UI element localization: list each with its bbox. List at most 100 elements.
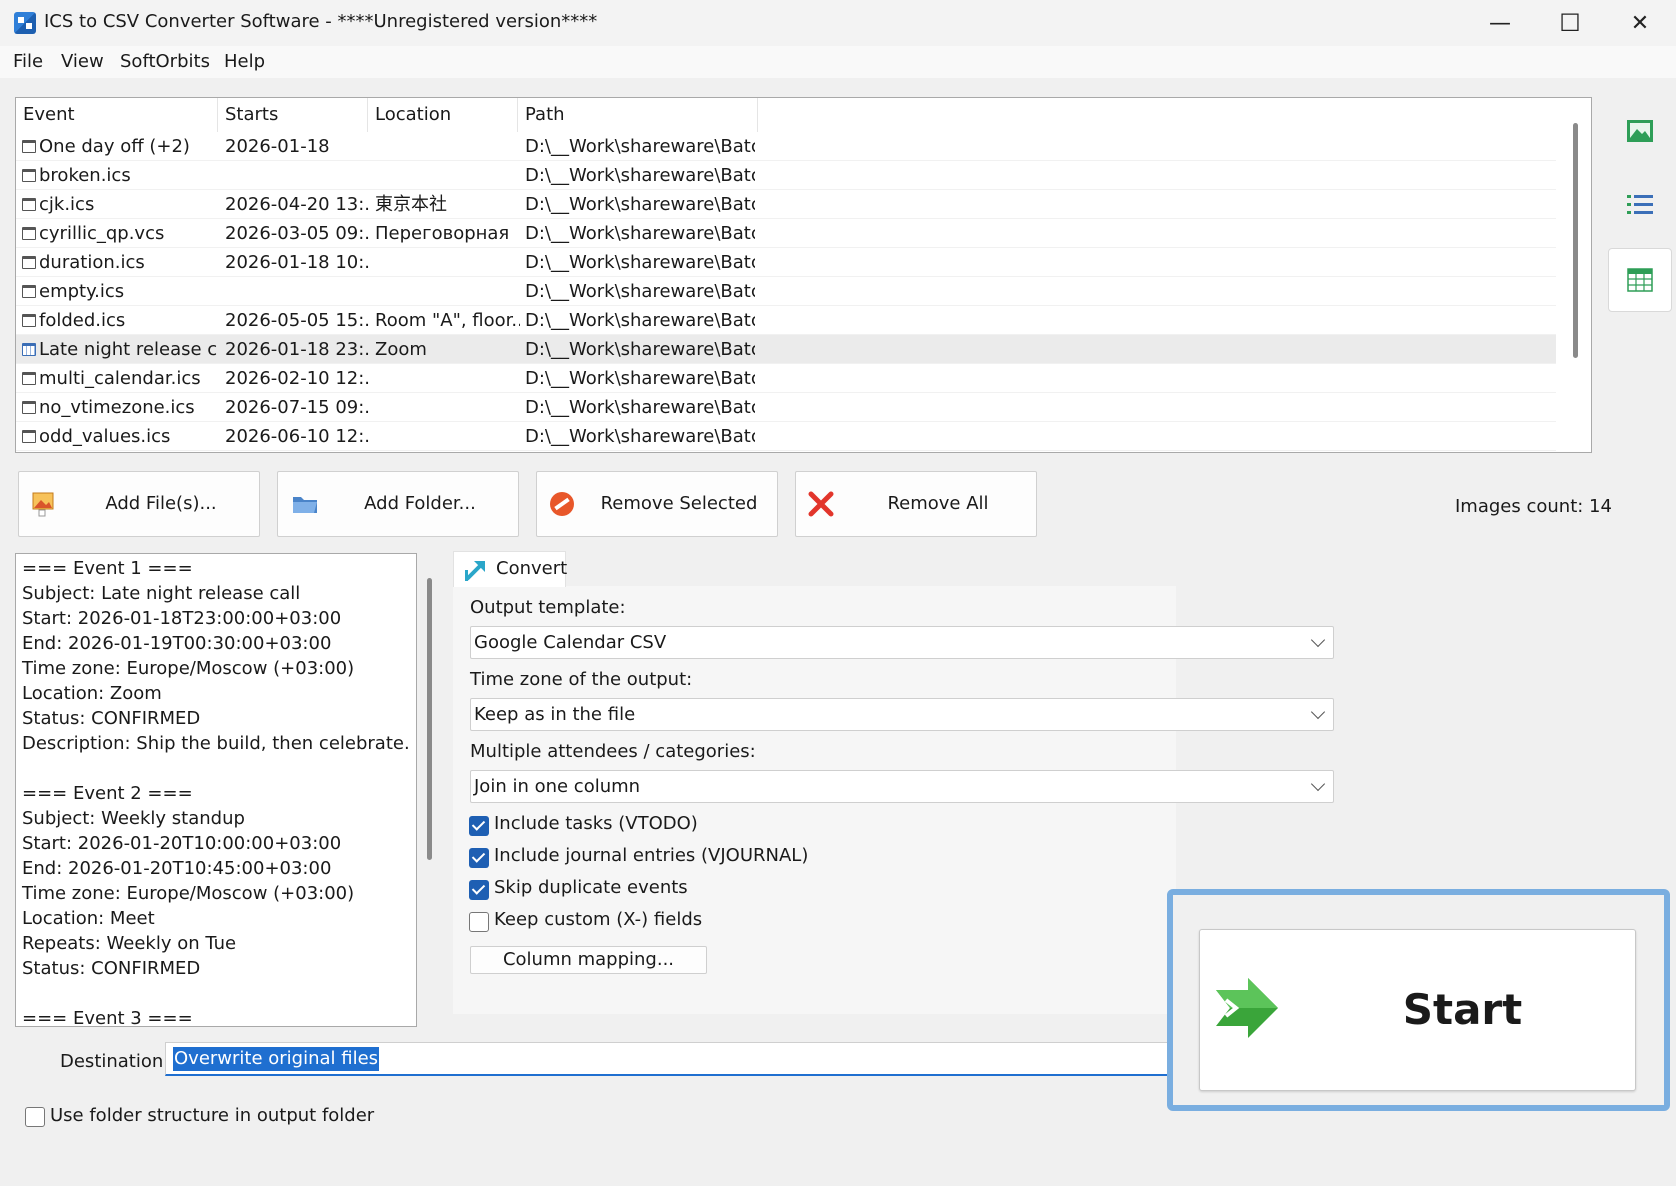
menu-softorbits[interactable]: SoftOrbits [120, 51, 210, 72]
convert-icon [465, 561, 485, 581]
log-line: === Event 3 === [22, 1008, 193, 1027]
table-row[interactable]: multi_calendar.ics 2026-02-10 12:... D:\__… [16, 364, 1556, 393]
table-row[interactable]: Late night release cal... 2026-01-18 23:.… [16, 335, 1556, 364]
cell-event: empty.ics [39, 281, 125, 302]
column-header-starts[interactable]: Starts [218, 98, 368, 132]
include-tasks-label: Include tasks (VTODO) [494, 813, 698, 834]
log-line: Description: Ship the build, then celebr… [22, 733, 410, 754]
image-icon[interactable] [1608, 99, 1672, 163]
cell-location [375, 422, 520, 451]
file-icon [22, 198, 36, 211]
menu-help[interactable]: Help [224, 51, 265, 72]
table-row[interactable]: folded.ics 2026-05-05 15:... Room "A", flo… [16, 306, 1556, 335]
cell-starts: 2026-04-20 13:... [225, 194, 370, 215]
cell-path: D:\__Work\shareware\Batch... [525, 165, 755, 186]
file-icon [22, 227, 36, 240]
file-icon [22, 140, 36, 153]
log-line: Subject: Late night release call [22, 583, 301, 604]
cell-path: D:\__Work\shareware\Batch... [525, 194, 755, 215]
add-folder-button[interactable]: Add Folder... [277, 471, 519, 537]
log-line: Repeats: Weekly on Tue [22, 933, 237, 954]
cell-event: multi_calendar.ics [39, 368, 201, 389]
include-tasks-checkbox[interactable] [469, 816, 489, 836]
column-header-location[interactable]: Location [368, 98, 518, 132]
cell-starts: 2026-01-18 10:... [225, 252, 370, 273]
keep-custom-fields-label: Keep custom (X-) fields [494, 909, 703, 930]
table-row[interactable]: One day off (+2) 2026-01-18 D:\__Work\shar… [16, 132, 1556, 161]
cell-path: D:\__Work\shareware\Batch... [525, 397, 755, 418]
cell-event: cjk.ics [39, 194, 95, 215]
table-view-icon[interactable] [1608, 248, 1672, 312]
log-line: Status: CONFIRMED [22, 958, 201, 979]
start-button[interactable]: Start [1199, 929, 1636, 1091]
cell-path: D:\__Work\shareware\Batch... [525, 426, 755, 447]
include-journal-checkbox[interactable] [469, 848, 489, 868]
file-icon [22, 430, 36, 443]
column-mapping-button[interactable]: Column mapping... [470, 946, 707, 974]
tab-convert[interactable]: Convert [453, 551, 567, 587]
add-folder-label: Add Folder... [364, 493, 476, 514]
table-row[interactable]: broken.ics D:\__Work\shareware\Batch... [16, 161, 1556, 190]
event-details-log[interactable]: === Event 1 === Subject: Late night relea… [15, 553, 417, 1027]
table-row[interactable]: odd_values.ics 2026-06-10 12:... D:\__Work… [16, 422, 1556, 451]
cell-location [375, 277, 520, 306]
log-line: Start: 2026-01-18T23:00:00+03:00 [22, 608, 342, 629]
column-header-path[interactable]: Path [518, 98, 758, 132]
add-files-button[interactable]: Add File(s)... [18, 471, 260, 537]
folder-icon [293, 497, 317, 513]
table-row[interactable]: empty.ics D:\__Work\shareware\Batch... [16, 277, 1556, 306]
table-row[interactable]: no_vtimezone.ics 2026-07-15 09:... D:\__Wo… [16, 393, 1556, 422]
file-icon [22, 169, 36, 182]
include-journal-label: Include journal entries (VJOURNAL) [494, 845, 809, 866]
menu-view[interactable]: View [61, 51, 104, 72]
skip-duplicates-checkbox[interactable] [469, 880, 489, 900]
menu-file[interactable]: File [13, 51, 43, 72]
skip-duplicates-label: Skip duplicate events [494, 877, 688, 898]
maximize-button[interactable]: ☐ [1535, 0, 1605, 46]
timezone-label: Time zone of the output: [470, 669, 693, 690]
close-button[interactable]: ✕ [1605, 0, 1675, 46]
file-list-scrollbar[interactable] [1573, 123, 1578, 358]
cell-starts: 2026-03-05 09:... [225, 223, 370, 244]
cell-path: D:\__Work\shareware\Batch... [525, 281, 755, 302]
cell-event: no_vtimezone.ics [39, 397, 195, 418]
cell-event: folded.ics [39, 310, 126, 331]
multiple-attendees-select[interactable]: Join in one column [470, 770, 1334, 803]
cell-event: One day off (+2) [39, 136, 190, 157]
minimize-button[interactable]: — [1465, 0, 1535, 46]
column-header-event[interactable]: Event [16, 98, 218, 132]
destination-value: Overwrite original files [173, 1047, 380, 1071]
app-icon [14, 12, 36, 34]
log-line: Time zone: Europe/Moscow (+03:00) [22, 883, 355, 904]
cell-path: D:\__Work\shareware\Batch... [525, 252, 755, 273]
cell-path: D:\__Work\shareware\Batch... [525, 339, 755, 360]
table-row[interactable]: duration.ics 2026-01-18 10:... D:\__Work\s… [16, 248, 1556, 277]
log-scrollbar[interactable] [427, 578, 432, 860]
table-row[interactable]: cjk.ics 2026-04-20 13:... 東京本社 D:\__Work\sh… [16, 190, 1556, 219]
cell-location [375, 132, 520, 161]
chevron-down-icon [1310, 632, 1326, 648]
start-label: Start [1402, 985, 1523, 1034]
remove-all-button[interactable]: Remove All [795, 471, 1037, 537]
file-icon [22, 285, 36, 298]
cell-starts: 2026-06-10 12:... [225, 426, 370, 447]
title-bar: ICS to CSV Converter Software - ****Unre… [0, 0, 1676, 46]
remove-selected-label: Remove Selected [600, 493, 758, 514]
add-files-label: Add File(s)... [105, 493, 217, 514]
list-view-icon[interactable] [1608, 173, 1672, 237]
output-template-select[interactable]: Google Calendar CSV [470, 626, 1334, 659]
cell-location [375, 248, 520, 277]
keep-custom-fields-checkbox[interactable] [469, 912, 489, 932]
timezone-select[interactable]: Keep as in the file [470, 698, 1334, 731]
table-row[interactable]: cyrillic_qp.vcs 2026-03-05 09:... Перегово… [16, 219, 1556, 248]
cell-event: odd_values.ics [39, 426, 171, 447]
remove-selected-button[interactable]: Remove Selected [536, 471, 778, 537]
file-list[interactable]: Event Starts Location Path One day off (… [15, 97, 1592, 453]
folder-structure-checkbox[interactable] [25, 1107, 45, 1127]
file-icon [22, 314, 36, 327]
timezone-value: Keep as in the file [474, 704, 636, 725]
delete-x-icon [808, 491, 834, 517]
multiple-attendees-value: Join in one column [474, 776, 641, 797]
log-line: === Event 2 === [22, 783, 193, 804]
destination-input[interactable]: Overwrite original files [165, 1042, 1175, 1076]
